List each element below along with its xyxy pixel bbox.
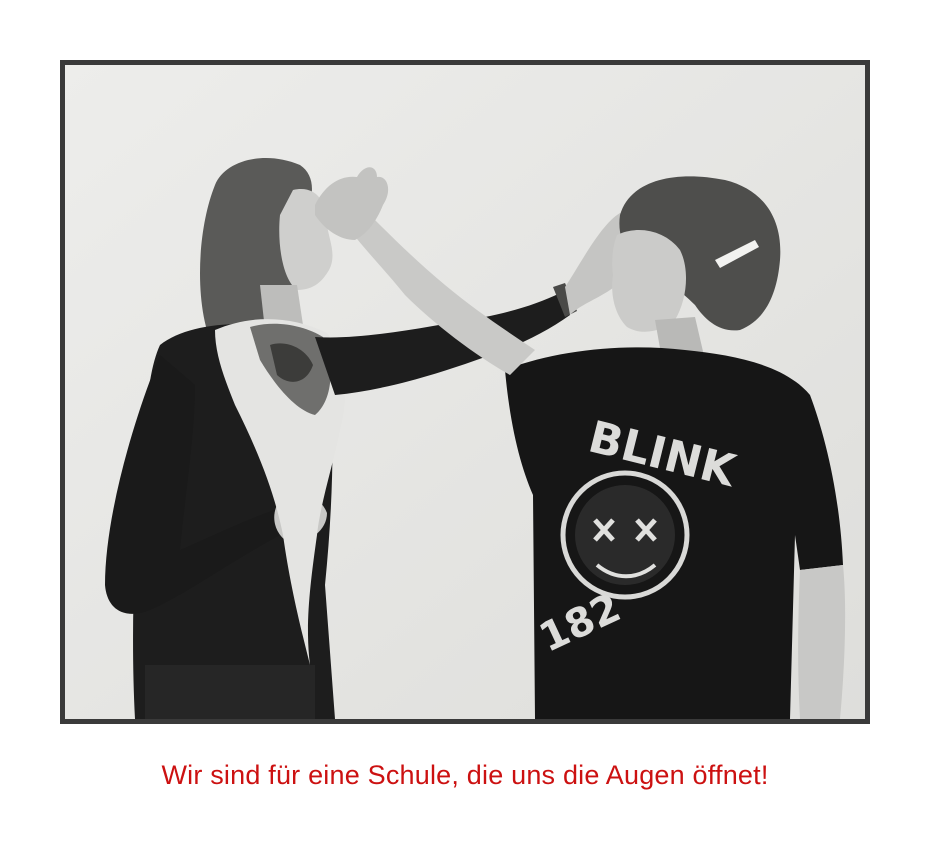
caption: Wir sind für eine Schule, die uns die Au… [161,760,769,790]
photo-frame: BLINK 182 [60,60,870,724]
photo: BLINK 182 [65,65,865,719]
